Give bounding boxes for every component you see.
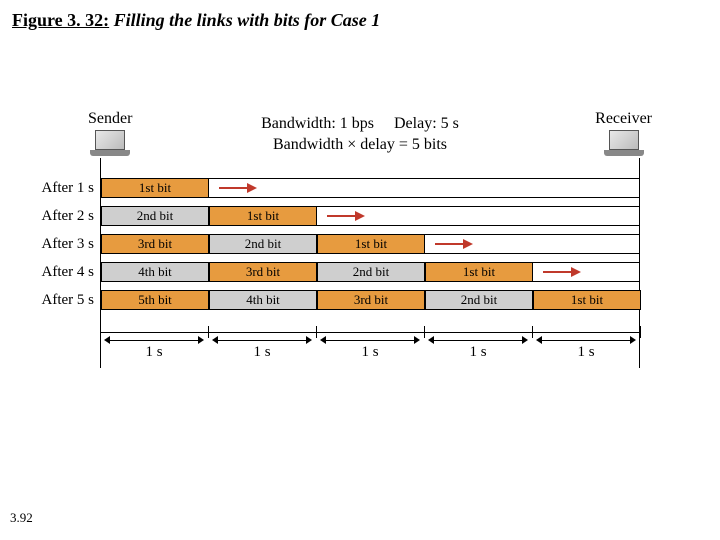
sender-label-block: Sender (88, 110, 132, 160)
row-time-label: After 4 s (30, 264, 94, 281)
row-time-label: After 3 s (30, 236, 94, 253)
bit-row: After 3 s3rd bit2nd bit1st bit (100, 234, 640, 258)
propagation-arrow-icon (543, 267, 583, 277)
time-axis: 1 s1 s1 s1 s1 s (100, 332, 640, 372)
axis-tick (640, 326, 641, 338)
bit-cell: 3rd bit (317, 290, 425, 310)
bit-cell: 4th bit (209, 290, 317, 310)
axis-segment-arrow (320, 334, 420, 342)
diagram: Sender Receiver Bandwidth: 1 bps Delay: … (100, 120, 640, 180)
propagation-arrow-icon (219, 183, 259, 193)
bit-cell: 3rd bit (209, 262, 317, 282)
figure-caption: Filling the links with bits for Case 1 (114, 10, 381, 30)
link-track: 2nd bit1st bit (100, 206, 640, 226)
axis-segment-arrow (428, 334, 528, 342)
axis-tick (532, 326, 533, 338)
laptop-icon (88, 130, 132, 160)
link-track: 3rd bit2nd bit1st bit (100, 234, 640, 254)
axis-segment-arrow (212, 334, 312, 342)
axis-segment-label: 1 s (316, 344, 424, 361)
bit-cell: 1st bit (101, 178, 209, 198)
propagation-arrow-icon (327, 211, 367, 221)
row-time-label: After 2 s (30, 208, 94, 225)
laptop-icon (602, 130, 646, 160)
bit-cell: 3rd bit (101, 234, 209, 254)
page-number: 3.92 (10, 510, 33, 526)
bit-rows: After 1 s1st bit After 2 s2nd bit1st bit A… (100, 178, 640, 318)
axis-tick (208, 326, 209, 338)
bit-cell: 1st bit (425, 262, 533, 282)
bit-cell: 1st bit (209, 206, 317, 226)
bit-row: After 4 s4th bit3rd bit2nd bit1st bit (100, 262, 640, 286)
axis-tick (424, 326, 425, 338)
link-track: 1st bit (100, 178, 640, 198)
bit-row: After 5 s5th bit4th bit3rd bit2nd bit1st… (100, 290, 640, 314)
sender-label: Sender (88, 110, 132, 128)
axis-segment-label: 1 s (100, 344, 208, 361)
delay-text: Delay: 5 s (394, 115, 459, 132)
bit-cell: 1st bit (533, 290, 641, 310)
bit-cell: 2nd bit (317, 262, 425, 282)
link-track: 5th bit4th bit3rd bit2nd bit1st bit (100, 290, 640, 310)
bit-cell: 2nd bit (101, 206, 209, 226)
axis-segment-label: 1 s (424, 344, 532, 361)
bit-row: After 1 s1st bit (100, 178, 640, 202)
receiver-label: Receiver (595, 110, 652, 128)
product-text: Bandwidth × delay = 5 bits (220, 135, 500, 156)
receiver-label-block: Receiver (595, 110, 652, 160)
axis-segment-label: 1 s (532, 344, 640, 361)
bit-cell: 2nd bit (209, 234, 317, 254)
axis-tick (100, 326, 101, 338)
axis-segment-arrow (536, 334, 636, 342)
row-time-label: After 5 s (30, 292, 94, 309)
figure-number: Figure 3. 32: (12, 10, 109, 30)
figure-title: Figure 3. 32: Filling the links with bit… (12, 10, 380, 31)
link-track: 4th bit3rd bit2nd bit1st bit (100, 262, 640, 282)
propagation-arrow-icon (435, 239, 475, 249)
bit-cell: 1st bit (317, 234, 425, 254)
axis-segment-arrow (104, 334, 204, 342)
axis-segment-label: 1 s (208, 344, 316, 361)
bit-cell: 4th bit (101, 262, 209, 282)
bit-cell: 2nd bit (425, 290, 533, 310)
bit-cell: 5th bit (101, 290, 209, 310)
axis-tick (316, 326, 317, 338)
parameters: Bandwidth: 1 bps Delay: 5 s Bandwidth × … (220, 114, 500, 156)
bit-row: After 2 s2nd bit1st bit (100, 206, 640, 230)
row-time-label: After 1 s (30, 180, 94, 197)
bandwidth-text: Bandwidth: 1 bps (261, 115, 374, 132)
